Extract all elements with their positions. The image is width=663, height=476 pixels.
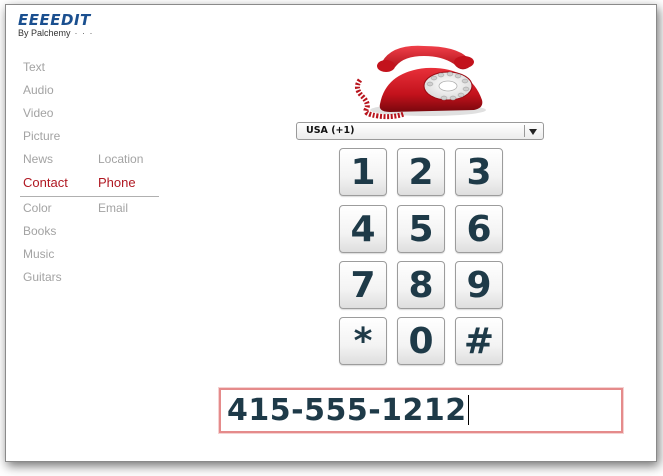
nav-item-text[interactable]: Text <box>23 60 45 74</box>
byline-text: By Palchemy <box>18 28 71 38</box>
chevron-down-icon[interactable] <box>529 129 537 135</box>
byline-dots: · · · <box>74 28 94 38</box>
phone-number-input[interactable]: 415-555-1212 <box>218 387 624 434</box>
keypad-key-5[interactable]: 5 <box>397 205 445 253</box>
nav-item-music[interactable]: Music <box>23 247 54 261</box>
byline: By Palchemy · · · <box>18 28 94 38</box>
nav-item-picture[interactable]: Picture <box>23 129 60 143</box>
country-select[interactable]: USA (+1) <box>296 122 544 140</box>
nav-item-books[interactable]: Books <box>23 224 56 238</box>
country-select-value: USA (+1) <box>306 125 355 136</box>
text-caret <box>467 395 469 425</box>
keypad-key-1[interactable]: 1 <box>339 148 387 196</box>
keypad-key-9[interactable]: 9 <box>455 261 503 309</box>
subnav-item-email[interactable]: Email <box>98 201 128 215</box>
keypad-key-0[interactable]: 0 <box>397 317 445 365</box>
phone-number-value: 415-555-1212 <box>227 393 469 428</box>
phone-number-text: 415-555-1212 <box>227 393 467 428</box>
nav-item-news[interactable]: News <box>23 152 53 166</box>
nav-item-guitars[interactable]: Guitars <box>23 270 62 284</box>
red-rotary-telephone-icon <box>354 45 486 120</box>
nav-item-contact[interactable]: Contact <box>23 175 68 190</box>
nav-item-video[interactable]: Video <box>23 106 53 120</box>
nav-divider <box>20 196 159 197</box>
subnav-item-phone[interactable]: Phone <box>98 175 136 190</box>
nav-item-audio[interactable]: Audio <box>23 83 54 97</box>
app-window: EEEEDIT By Palchemy · · · Text Audio Vide… <box>5 4 657 462</box>
keypad-key-7[interactable]: 7 <box>339 261 387 309</box>
keypad-key-3[interactable]: 3 <box>455 148 503 196</box>
keypad-key-8[interactable]: 8 <box>397 261 445 309</box>
subnav-item-location[interactable]: Location <box>98 152 143 166</box>
keypad-key-star[interactable]: * <box>339 317 387 365</box>
app-logo: EEEEDIT <box>18 11 91 29</box>
keypad-key-2[interactable]: 2 <box>397 148 445 196</box>
keypad-key-4[interactable]: 4 <box>339 205 387 253</box>
nav-item-color[interactable]: Color <box>23 201 52 215</box>
select-divider <box>524 125 525 137</box>
keypad-key-6[interactable]: 6 <box>455 205 503 253</box>
keypad-key-hash[interactable]: # <box>455 317 503 365</box>
